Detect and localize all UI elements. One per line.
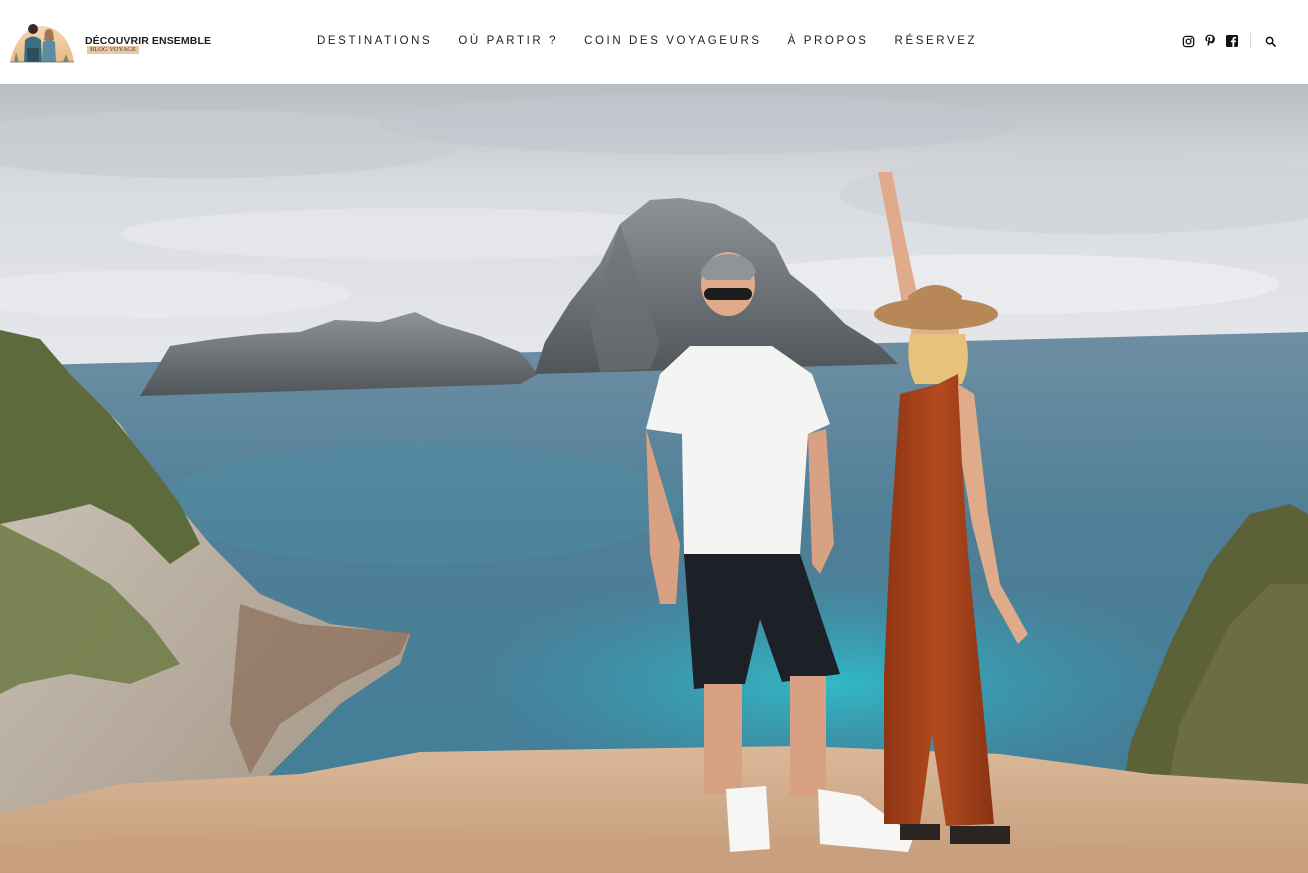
main-nav: DESTINATIONS OÙ PARTIR ? COIN DES VOYAGE… (317, 34, 977, 48)
pinterest-icon[interactable] (1202, 33, 1218, 49)
search-icon[interactable] (1262, 33, 1278, 49)
instagram-icon[interactable] (1180, 33, 1196, 49)
nav-item-destinations[interactable]: DESTINATIONS (317, 34, 432, 48)
nav-item-reservez[interactable]: RÉSERVEZ (895, 34, 978, 48)
logo-subtitle: BLOG VOYAGE (87, 46, 139, 54)
site-header: DÉCOUVRIR ENSEMBLE BLOG VOYAGE DESTINATI… (0, 0, 1308, 84)
site-logo[interactable]: DÉCOUVRIR ENSEMBLE BLOG VOYAGE (8, 18, 218, 66)
hero-banner (0, 84, 1308, 873)
hero-photo (0, 84, 1308, 873)
nav-item-ou-partir[interactable]: OÙ PARTIR ? (458, 34, 558, 48)
logo-illustration (10, 24, 74, 63)
nav-item-a-propos[interactable]: À PROPOS (788, 34, 869, 48)
nav-item-coin-des-voyageurs[interactable]: COIN DES VOYAGEURS (584, 34, 762, 48)
header-divider (1250, 33, 1251, 49)
facebook-icon[interactable] (1224, 33, 1240, 49)
header-icons (1180, 33, 1278, 49)
